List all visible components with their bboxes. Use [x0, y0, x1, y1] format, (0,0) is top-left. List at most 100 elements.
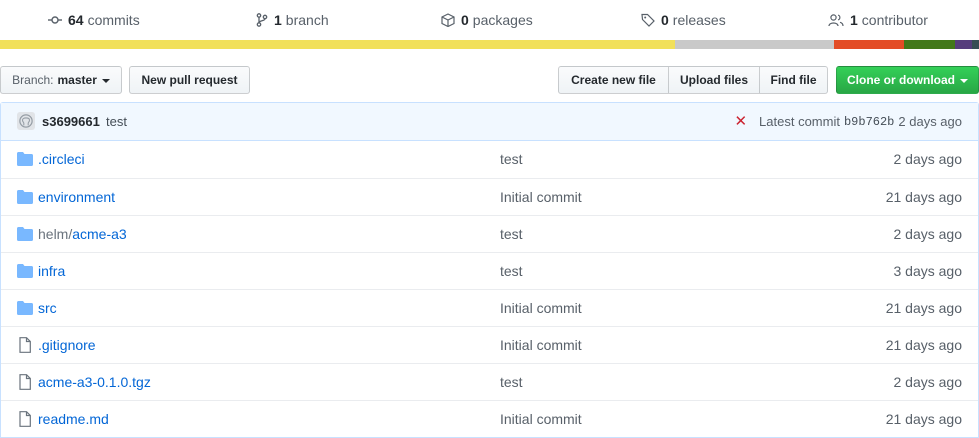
folder-icon: [17, 227, 33, 244]
file-name: .gitignore: [38, 337, 96, 353]
commit-age: 2 days ago: [898, 114, 962, 129]
chevron-down-icon: [960, 79, 968, 83]
file-commit-message[interactable]: test: [500, 226, 523, 242]
language-segment[interactable]: [834, 40, 904, 49]
language-segment[interactable]: [972, 40, 979, 49]
file-commit-message[interactable]: Initial commit: [500, 300, 582, 316]
path-prefix: helm/: [38, 226, 73, 242]
commit-sha[interactable]: b9b762b: [844, 115, 894, 129]
table-row[interactable]: infra test 3 days ago: [1, 252, 978, 289]
commits-label: commits: [87, 12, 140, 28]
file-age: 21 days ago: [885, 300, 962, 316]
packages-link[interactable]: 0 packages: [441, 12, 533, 28]
file-navigation-toolbar: Branch: master New pull request Create n…: [0, 66, 979, 94]
file-table: s3699661 test ✕ Latest commit b9b762b 2 …: [0, 102, 979, 438]
language-segment[interactable]: [0, 40, 675, 49]
file-list: .circleci test 2 days ago environment Initia…: [1, 141, 978, 437]
branch-prefix: Branch:: [12, 73, 54, 87]
file-name: .circleci: [38, 151, 85, 167]
file-name: src: [38, 300, 57, 316]
github-logo-icon: [19, 114, 33, 128]
branch-name: master: [57, 73, 97, 87]
contributors-count: 1: [850, 12, 858, 28]
branches-link[interactable]: 1 branch: [256, 12, 329, 28]
new-pull-request-button[interactable]: New pull request: [129, 66, 250, 94]
file-age: 2 days ago: [893, 374, 963, 390]
language-segment[interactable]: [675, 40, 834, 49]
releases-label: releases: [672, 12, 726, 28]
folder-icon: [17, 301, 33, 318]
table-row[interactable]: acme-a3-0.1.0.tgz test 2 days ago: [1, 363, 978, 400]
avatar[interactable]: [17, 112, 35, 130]
upload-files-button[interactable]: Upload files: [668, 66, 760, 94]
branch-select-button[interactable]: Branch: master: [0, 66, 122, 94]
clone-label: Clone or download: [847, 73, 955, 87]
file-icon: [17, 375, 31, 393]
people-icon: [828, 14, 844, 27]
file-commit-message[interactable]: Initial commit: [500, 411, 582, 427]
table-row[interactable]: environment Initial commit 21 days ago: [1, 178, 978, 215]
file-commit-message[interactable]: Initial commit: [500, 189, 582, 205]
file-commit-message[interactable]: test: [500, 374, 523, 390]
table-row[interactable]: .gitignore Initial commit 21 days ago: [1, 326, 978, 363]
file-name-link[interactable]: environment: [38, 189, 115, 205]
file-age: 21 days ago: [885, 189, 962, 205]
file-age: 2 days ago: [893, 151, 963, 167]
file-name-link[interactable]: infra: [38, 263, 65, 279]
folder-icon: [17, 264, 33, 281]
file-name: infra: [38, 263, 66, 279]
contributors-label: contributor: [861, 12, 928, 28]
file-name-link[interactable]: helm/acme-a3: [38, 226, 127, 242]
branch-icon: [256, 13, 268, 27]
file-name-link[interactable]: .circleci: [38, 151, 85, 167]
file-age: 21 days ago: [885, 337, 962, 353]
x-icon[interactable]: ✕: [734, 114, 747, 129]
contributors-link[interactable]: 1 contributor: [828, 12, 928, 28]
folder-icon: [17, 190, 33, 207]
branches-label: branch: [285, 12, 329, 28]
releases-link[interactable]: 0 releases: [641, 12, 726, 28]
file-name: acme-a3: [72, 226, 127, 242]
latest-commit-bar: s3699661 test ✕ Latest commit b9b762b 2 …: [1, 103, 978, 141]
create-new-file-button[interactable]: Create new file: [558, 66, 669, 94]
table-row[interactable]: .circleci test 2 days ago: [1, 141, 978, 178]
file-name-link[interactable]: src: [38, 300, 57, 316]
language-segment[interactable]: [955, 40, 972, 49]
commit-icon: [48, 16, 62, 24]
file-actions-group: Create new file Upload files Find file: [558, 66, 828, 94]
clone-or-download-button[interactable]: Clone or download: [836, 66, 979, 94]
latest-commit-info: ✕ Latest commit b9b762b 2 days ago: [734, 114, 962, 129]
table-row[interactable]: src Initial commit 21 days ago: [1, 289, 978, 326]
file-icon: [17, 412, 31, 430]
commit-author[interactable]: s3699661: [42, 114, 100, 129]
language-bar[interactable]: [0, 40, 979, 49]
packages-count: 0: [461, 12, 469, 28]
repo-stats: 64 commits 1 branch 0 packages 0 release…: [0, 0, 979, 40]
commit-message[interactable]: test: [106, 114, 127, 129]
releases-count: 0: [661, 12, 669, 28]
language-segment[interactable]: [904, 40, 955, 49]
folder-icon: [17, 152, 33, 169]
file-name: acme-a3-0.1.0.tgz: [38, 374, 151, 390]
package-icon: [441, 13, 455, 27]
file-age: 3 days ago: [893, 263, 963, 279]
file-name: environment: [38, 189, 116, 205]
file-name-link[interactable]: .gitignore: [38, 337, 96, 353]
file-icon: [17, 338, 31, 356]
find-file-button[interactable]: Find file: [759, 66, 828, 94]
tag-icon: [641, 13, 655, 27]
file-commit-message[interactable]: Initial commit: [500, 337, 582, 353]
packages-label: packages: [472, 12, 533, 28]
chevron-down-icon: [101, 79, 110, 83]
branches-count: 1: [274, 12, 282, 28]
latest-commit-label: Latest commit: [759, 114, 840, 129]
table-row[interactable]: readme.md Initial commit 21 days ago: [1, 400, 978, 437]
commits-link[interactable]: 64 commits: [48, 12, 140, 28]
file-commit-message[interactable]: test: [500, 151, 523, 167]
file-age: 21 days ago: [885, 411, 962, 427]
file-name-link[interactable]: readme.md: [38, 411, 109, 427]
file-commit-message[interactable]: test: [500, 263, 523, 279]
table-row[interactable]: helm/acme-a3 test 2 days ago: [1, 215, 978, 252]
commits-count: 64: [68, 12, 84, 28]
file-name-link[interactable]: acme-a3-0.1.0.tgz: [38, 374, 151, 390]
